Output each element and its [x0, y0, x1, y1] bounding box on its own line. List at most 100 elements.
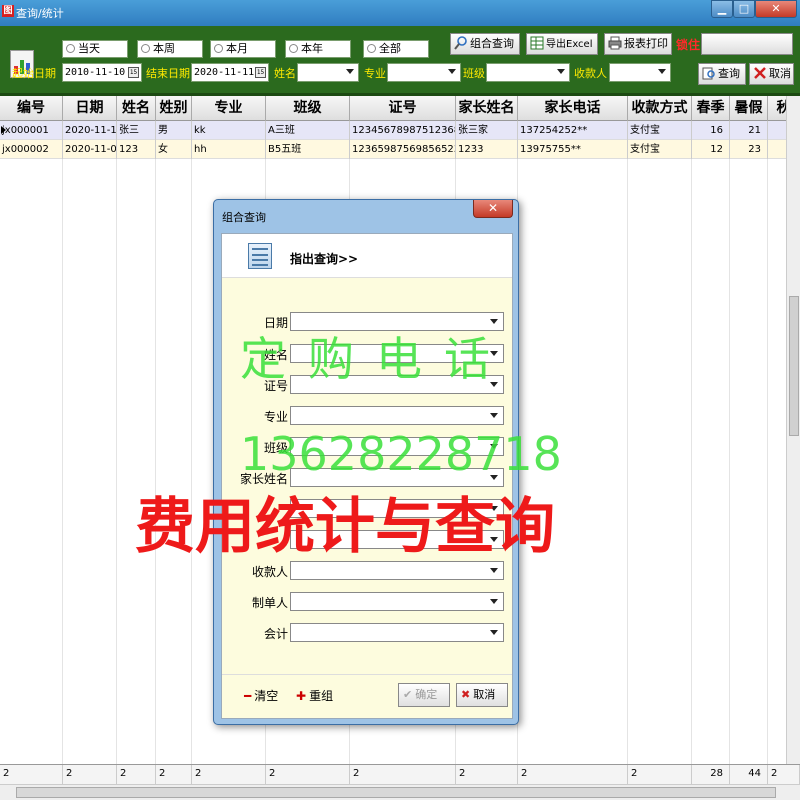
dialog-header: 指出查询>>: [222, 234, 512, 278]
class-filter-label: 班级: [463, 67, 485, 80]
column-header[interactable]: 班级: [266, 96, 350, 121]
cancel-filter-button[interactable]: 取消: [749, 63, 794, 85]
table-row[interactable]: jx0000022020-11-02123女hhB5五班123659875698…: [0, 140, 800, 159]
vertical-scrollbar[interactable]: [786, 96, 800, 764]
column-header[interactable]: 姓别: [156, 96, 192, 121]
table-cell: jx000001: [0, 121, 63, 140]
total-cell: 2: [117, 765, 156, 785]
payee-filter-combo[interactable]: [609, 63, 671, 82]
confirm-button[interactable]: ✔ 确定: [398, 683, 450, 707]
magnifier-icon: [454, 36, 467, 50]
radio-icon: [66, 44, 75, 53]
end-date-field[interactable]: 2020-11-11 15: [191, 63, 269, 82]
column-header[interactable]: 姓名: [117, 96, 156, 121]
chevron-down-icon: [346, 69, 354, 74]
start-date-field[interactable]: 2010-11-10 15: [62, 63, 142, 82]
minimize-button[interactable]: ▁: [711, 0, 733, 18]
major-filter-combo[interactable]: [387, 63, 461, 82]
chevron-down-icon: [658, 69, 666, 74]
total-cell: 2: [0, 765, 63, 785]
table-row[interactable]: jx0000012020-11-12张三男kkA三班12345678987512…: [0, 121, 800, 140]
dialog-title: 组合查询: [222, 211, 266, 224]
period-radio-all[interactable]: 全部: [363, 40, 429, 58]
current-row-indicator: [1, 126, 6, 134]
scroll-thumb[interactable]: [16, 787, 776, 798]
totals-row: 2 2 2 2 2 2 2 2 2 2 28 44 2: [0, 764, 800, 785]
grid-line: [729, 159, 730, 764]
table-cell: 张三: [117, 121, 156, 140]
query-button[interactable]: 查询: [698, 63, 746, 85]
total-cell: 44: [730, 765, 768, 785]
total-cell: 2: [156, 765, 192, 785]
plus-icon: ✚: [296, 689, 307, 703]
column-header[interactable]: 暑假: [730, 96, 768, 121]
table-cell: 男: [156, 121, 192, 140]
major-filter-label: 专业: [364, 67, 386, 80]
total-cell: 28: [692, 765, 730, 785]
app-icon: 图: [2, 5, 14, 17]
payee-filter-label: 收款人: [574, 67, 607, 80]
table-cell: kk: [192, 121, 266, 140]
class-filter-combo[interactable]: [486, 63, 570, 82]
table-cell: 2020-11-12: [63, 121, 117, 140]
calendar-icon[interactable]: 15: [128, 67, 139, 78]
total-cell: 2: [456, 765, 518, 785]
field-combo[interactable]: [290, 592, 504, 611]
field-combo[interactable]: [290, 406, 504, 425]
grid-line: [62, 159, 63, 764]
watermark-title: 费用统计与查询: [135, 492, 555, 562]
dialog-header-text: 指出查询>>: [290, 252, 359, 266]
table-cell: 12: [692, 140, 730, 159]
window-title: 查询/统计: [16, 7, 64, 20]
search-icon: [702, 67, 715, 80]
radio-icon: [214, 44, 223, 53]
print-report-button[interactable]: 报表打印: [604, 33, 672, 55]
maximize-button[interactable]: □: [733, 0, 755, 18]
total-cell: 2: [768, 765, 800, 785]
column-header[interactable]: 春季: [692, 96, 730, 121]
table-cell: hh: [192, 140, 266, 159]
dialog-footer: ━ 清空 ✚ 重组 ✔ 确定 ✖ 取消: [222, 674, 512, 718]
watermark-phone-label: 定购电话: [240, 332, 512, 386]
combined-query-button[interactable]: 组合查询: [450, 33, 520, 55]
name-filter-combo[interactable]: [297, 63, 359, 82]
calendar-icon[interactable]: 15: [255, 67, 266, 78]
period-radio-week[interactable]: 本周: [137, 40, 203, 58]
radio-icon: [367, 44, 376, 53]
period-radio-year[interactable]: 本年: [285, 40, 351, 58]
check-icon: ✔: [403, 688, 413, 701]
table-cell: 12345678987512368: [350, 121, 456, 140]
minus-icon: ━: [244, 689, 252, 703]
close-button[interactable]: ✕: [755, 0, 797, 18]
column-header[interactable]: 专业: [192, 96, 266, 121]
period-radio-month[interactable]: 本月: [210, 40, 276, 58]
column-header[interactable]: 家长姓名: [456, 96, 518, 121]
table-cell: 张三家: [456, 121, 518, 140]
total-cell: 2: [63, 765, 117, 785]
column-header[interactable]: 编号: [0, 96, 63, 121]
dialog-close-button[interactable]: ✕: [473, 200, 513, 218]
dialog-cancel-button[interactable]: ✖ 取消: [456, 683, 508, 707]
column-header[interactable]: 证号: [350, 96, 456, 121]
period-radio-today[interactable]: 当天: [62, 40, 128, 58]
regroup-button[interactable]: ✚ 重组: [296, 687, 333, 704]
clear-button[interactable]: ━ 清空: [244, 687, 278, 704]
lock-field[interactable]: [701, 33, 793, 55]
close-icon: ✖: [461, 688, 471, 701]
field-label: 制单人: [251, 596, 288, 610]
field-combo[interactable]: [290, 623, 504, 642]
horizontal-scrollbar[interactable]: [0, 784, 800, 800]
table-cell: 2020-11-02: [63, 140, 117, 159]
column-header[interactable]: 收款方式: [628, 96, 692, 121]
chevron-down-icon: [490, 599, 498, 604]
column-header[interactable]: 日期: [63, 96, 117, 121]
column-header[interactable]: 家长电话: [518, 96, 628, 121]
radio-icon: [289, 44, 298, 53]
printer-icon: [608, 36, 622, 50]
total-cell: 2: [628, 765, 692, 785]
grid-line: [767, 159, 768, 764]
scroll-thumb[interactable]: [789, 296, 799, 436]
export-excel-button[interactable]: 导出Excel: [526, 33, 598, 55]
table-cell: 16: [692, 121, 730, 140]
chevron-down-icon: [490, 413, 498, 418]
